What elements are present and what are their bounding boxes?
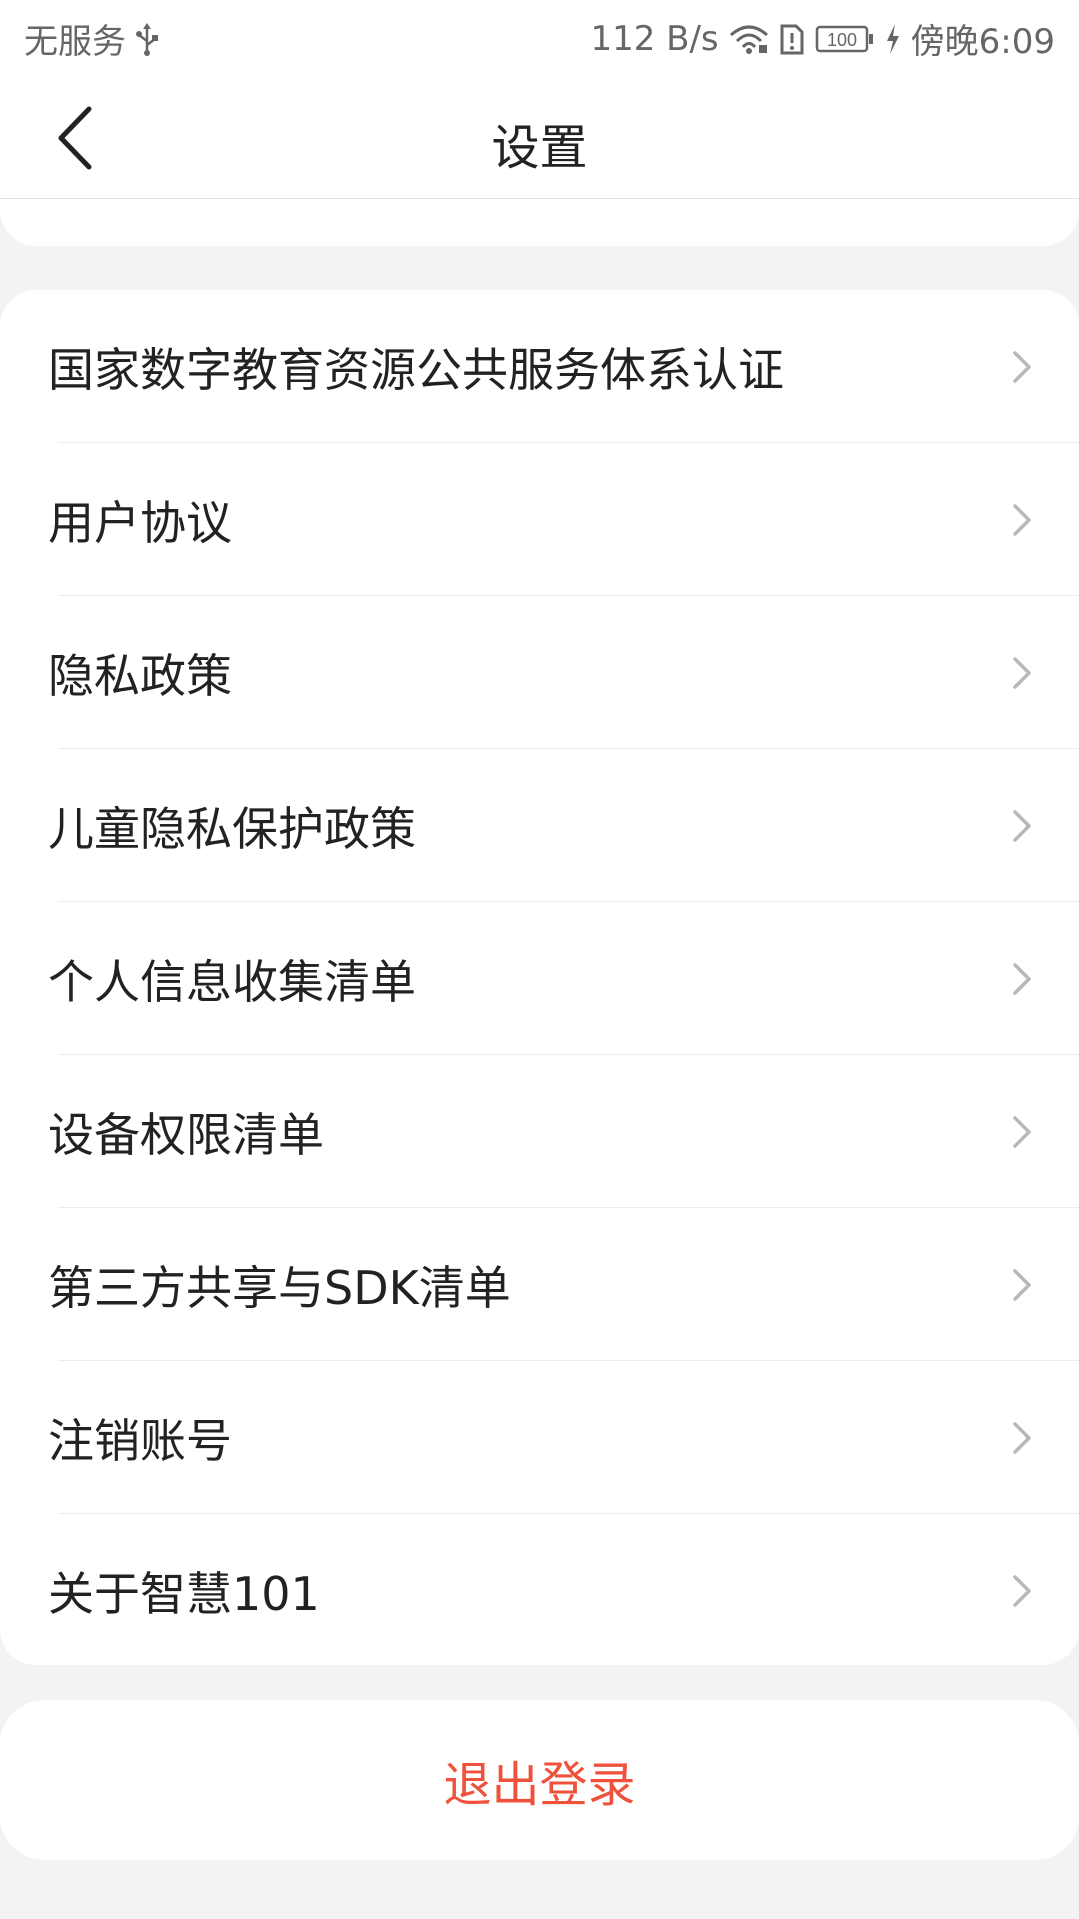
chevron-right-icon xyxy=(1013,962,1031,995)
menu-item-label: 关于智慧101 xyxy=(48,1566,320,1621)
status-right: 112 B/s 100 傍晚6:09 xyxy=(590,14,1055,63)
menu-item-device-permissions[interactable]: 设备权限清单 xyxy=(0,1055,1079,1208)
menu-item-third-party-sdk[interactable]: 第三方共享与SDK清单 xyxy=(0,1208,1079,1361)
menu-item-label: 第三方共享与SDK清单 xyxy=(48,1260,511,1315)
menu-item-delete-account[interactable]: 注销账号 xyxy=(0,1361,1079,1514)
wifi-icon xyxy=(729,23,769,55)
chevron-right-icon xyxy=(1013,809,1031,842)
menu-item-user-agreement[interactable]: 用户协议 xyxy=(0,443,1079,596)
status-left: 无服务 xyxy=(24,14,160,63)
net-speed: 112 B/s xyxy=(590,18,719,59)
battery-icon: 100 xyxy=(815,23,875,55)
carrier-text: 无服务 xyxy=(24,22,126,62)
menu-item-education-certification[interactable]: 国家数字教育资源公共服务体系认证 xyxy=(0,290,1079,443)
top-nav-bar: 设置 xyxy=(0,78,1079,199)
page-title: 设置 xyxy=(491,120,588,176)
chevron-right-icon xyxy=(1013,1574,1031,1607)
chevron-right-icon xyxy=(1013,656,1031,689)
bolt-icon xyxy=(885,23,901,54)
menu-item-label: 个人信息收集清单 xyxy=(48,954,416,1009)
chevron-right-icon xyxy=(1013,350,1031,383)
alert-icon xyxy=(779,22,805,56)
menu-item-personal-info-list[interactable]: 个人信息收集清单 xyxy=(0,902,1079,1055)
menu-item-label: 隐私政策 xyxy=(48,648,232,703)
chevron-right-icon xyxy=(1013,1115,1031,1148)
menu-item-privacy-policy[interactable]: 隐私政策 xyxy=(0,596,1079,749)
chevron-right-icon xyxy=(1013,1421,1031,1454)
menu-item-label: 儿童隐私保护政策 xyxy=(48,801,416,856)
menu-item-label: 用户协议 xyxy=(48,495,232,550)
chevron-right-icon xyxy=(1013,1268,1031,1301)
menu-item-label: 国家数字教育资源公共服务体系认证 xyxy=(48,342,784,397)
menu-item-label: 设备权限清单 xyxy=(48,1107,324,1162)
battery-level: 100 xyxy=(827,30,857,50)
settings-menu-card: 国家数字教育资源公共服务体系认证 用户协议 隐私政策 儿童隐私保护政策 个人信息… xyxy=(0,290,1079,1665)
logout-button[interactable]: 退出登录 xyxy=(0,1700,1079,1860)
menu-item-about[interactable]: 关于智慧101 xyxy=(0,1514,1079,1665)
chevron-right-icon xyxy=(1013,503,1031,536)
clock-time: 傍晚6:09 xyxy=(910,22,1055,62)
menu-item-label: 注销账号 xyxy=(48,1413,232,1468)
status-bar: 无服务 112 B/s 100 傍晚6:09 xyxy=(0,0,1079,78)
usb-icon xyxy=(134,21,160,57)
logout-label: 退出登录 xyxy=(443,1757,636,1813)
menu-item-child-privacy-policy[interactable]: 儿童隐私保护政策 xyxy=(0,749,1079,902)
